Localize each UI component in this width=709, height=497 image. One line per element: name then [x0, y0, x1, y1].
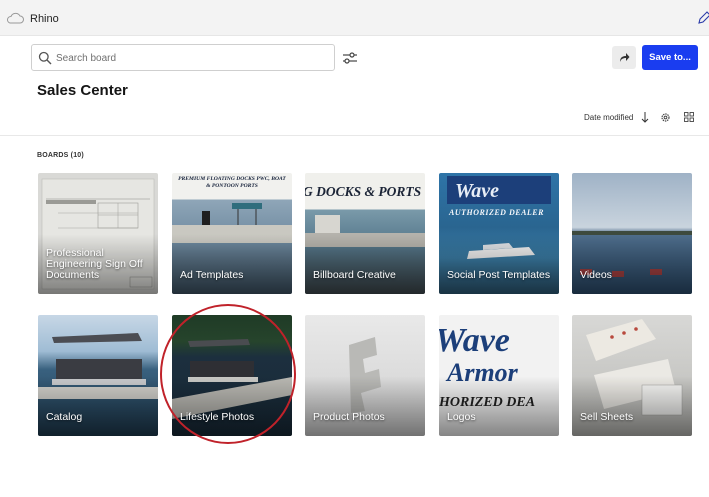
board-tile[interactable]: G DOCKS & PORTS Billboard Creative [305, 173, 425, 294]
filter-icon[interactable] [341, 49, 359, 67]
save-to-button[interactable]: Save to... [642, 45, 698, 70]
board-tile[interactable]: Sell Sheets [572, 315, 692, 436]
sort-dropdown[interactable]: Date modified [584, 113, 633, 122]
board-label: Logos [447, 411, 476, 423]
tile-shade [572, 234, 692, 294]
highlight-circle [160, 304, 296, 444]
divider [0, 135, 709, 136]
tile-shade [38, 376, 158, 436]
share-button[interactable] [612, 46, 636, 69]
board-tile[interactable]: Wave AUTHORIZED DEALER Social Post Templ… [439, 173, 559, 294]
tile-shade [305, 376, 425, 436]
svg-text:Wave: Wave [439, 322, 510, 359]
tile-shade [572, 376, 692, 436]
tile-shade [439, 234, 559, 294]
tile-shade [172, 234, 292, 294]
gear-icon[interactable] [660, 112, 671, 123]
board-label: Product Photos [313, 411, 385, 423]
logo-overlay-text: HORIZED DEA [439, 395, 536, 410]
page-title: Sales Center [37, 82, 128, 99]
board-tile[interactable]: Videos [572, 173, 692, 294]
search-icon [38, 51, 52, 65]
share-arrow-icon [620, 53, 630, 62]
billboard-overlay-text: G DOCKS & PORTS [305, 184, 422, 199]
arrow-down-icon[interactable] [640, 111, 650, 123]
board-tile[interactable]: Professional Engineering Sign Off Docume… [38, 173, 158, 294]
ad-overlay-text: PREMIUM FLOATING DOCKS PWC, BOAT & PONTO… [178, 176, 286, 189]
board-label: Social Post Templates [447, 269, 551, 281]
search-input[interactable] [56, 49, 326, 67]
search-box [31, 44, 335, 71]
title-bar: Rhino [0, 0, 709, 36]
board-tile[interactable]: Catalog [38, 315, 158, 436]
app-name: Rhino [30, 13, 59, 25]
board-tile[interactable]: Product Photos [305, 315, 425, 436]
social-overlay-text: AUTHORIZED DEALER [449, 208, 544, 217]
board-tile[interactable]: Wave Armor HORIZED DEA Logos [439, 315, 559, 436]
board-label: Billboard Creative [313, 269, 396, 281]
board-label: Professional Engineering Sign Off Docume… [46, 247, 143, 281]
pen-icon[interactable] [697, 11, 709, 25]
tile-shade [305, 234, 425, 294]
board-label: Catalog [46, 411, 83, 423]
cloud-icon [6, 12, 24, 24]
boards-heading: BOARDS (10) [37, 152, 84, 159]
board-label: Ad Templates [180, 269, 244, 281]
grid-view-icon[interactable] [684, 112, 694, 122]
board-label: Sell Sheets [580, 411, 634, 423]
board-tile[interactable]: PREMIUM FLOATING DOCKS PWC, BOAT & PONTO… [172, 173, 292, 294]
svg-text:Wave: Wave [455, 180, 499, 202]
board-label: Videos [580, 269, 612, 281]
